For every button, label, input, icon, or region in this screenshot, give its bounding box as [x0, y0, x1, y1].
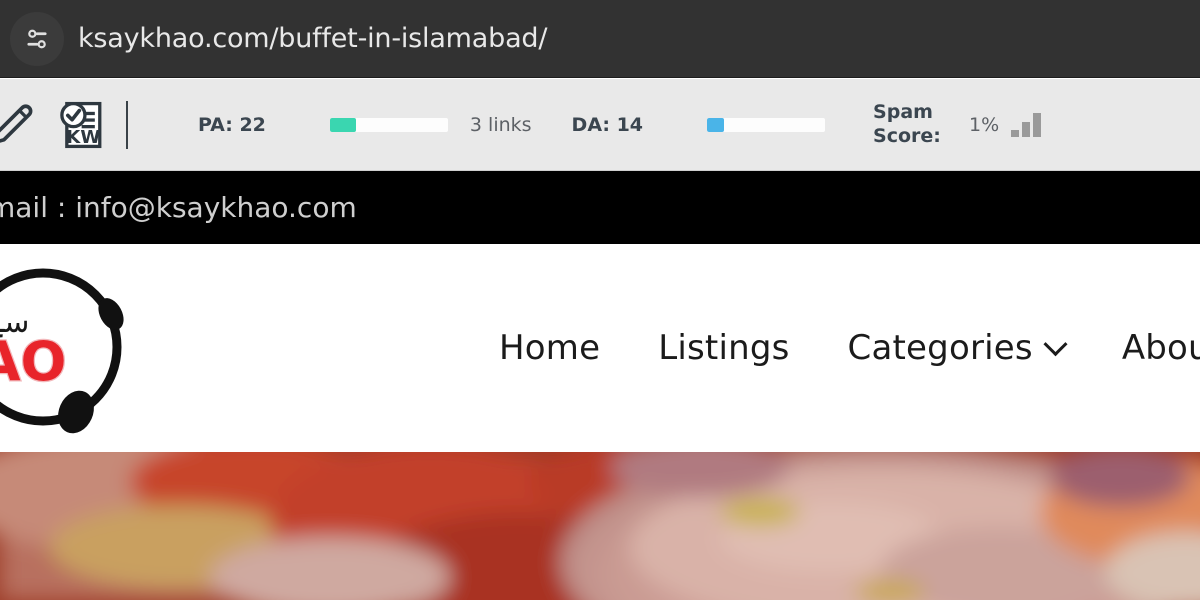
svg-text:KW: KW [66, 127, 100, 148]
nav-item-home[interactable]: Home [470, 328, 629, 368]
url-text[interactable]: ksaykhao.com/buffet-in-islamabad/ [78, 23, 547, 54]
spam-score-label-line2: Score: [873, 124, 941, 147]
nav-item-label: About [1121, 328, 1200, 368]
hero-food-image [0, 452, 1200, 600]
ksaykhao-logo[interactable]: سے HAO [0, 252, 138, 442]
domain-authority-label: DA: 14 [571, 113, 644, 136]
domain-authority-bar [707, 117, 826, 132]
svg-text:HAO: HAO [0, 330, 66, 393]
seo-toolbar: KW PA: 22 3 links DA: 14 Spam Score: 1% [0, 79, 1200, 171]
nav-item-listings[interactable]: Listings [629, 328, 818, 368]
browser-url-bar: ksaykhao.com/buffet-in-islamabad/ [0, 0, 1200, 78]
spam-score-value: 1% [969, 113, 1000, 136]
domain-authority-bar-fill [707, 117, 724, 132]
main-nav: Home Listings Categories About [470, 244, 1200, 452]
nav-item-about[interactable]: About [1093, 328, 1200, 368]
site-topbar: mail : info@ksaykhao.com [0, 171, 1200, 244]
nav-item-label: Home [499, 328, 601, 368]
nav-item-label: Categories [847, 328, 1033, 368]
nav-item-categories[interactable]: Categories [819, 328, 1093, 368]
nav-item-label: Listings [658, 328, 790, 368]
toolbar-divider [126, 100, 128, 149]
page-authority-label: PA: 22 [198, 113, 266, 136]
site-header: سے HAO Home Listings Categories About [0, 244, 1200, 452]
page-authority-bar-fill [329, 117, 356, 132]
tune-sliders-icon[interactable] [10, 11, 64, 66]
page-authority-bar [329, 117, 448, 132]
chevron-down-icon [1043, 331, 1068, 356]
spam-score-label-line1: Spam [873, 100, 933, 123]
contact-email-text[interactable]: mail : info@ksaykhao.com [0, 191, 357, 224]
pencil-icon[interactable] [0, 99, 42, 151]
spam-score-label: Spam Score: [873, 101, 947, 149]
signal-bars-icon [1011, 112, 1042, 137]
keyword-document-icon[interactable]: KW [48, 97, 112, 153]
links-count-label: 3 links [469, 113, 532, 136]
screenshot-root: ksaykhao.com/buffet-in-islamabad/ KW PA:… [0, 0, 1200, 600]
spam-score-block: Spam Score: 1% [873, 101, 1042, 149]
